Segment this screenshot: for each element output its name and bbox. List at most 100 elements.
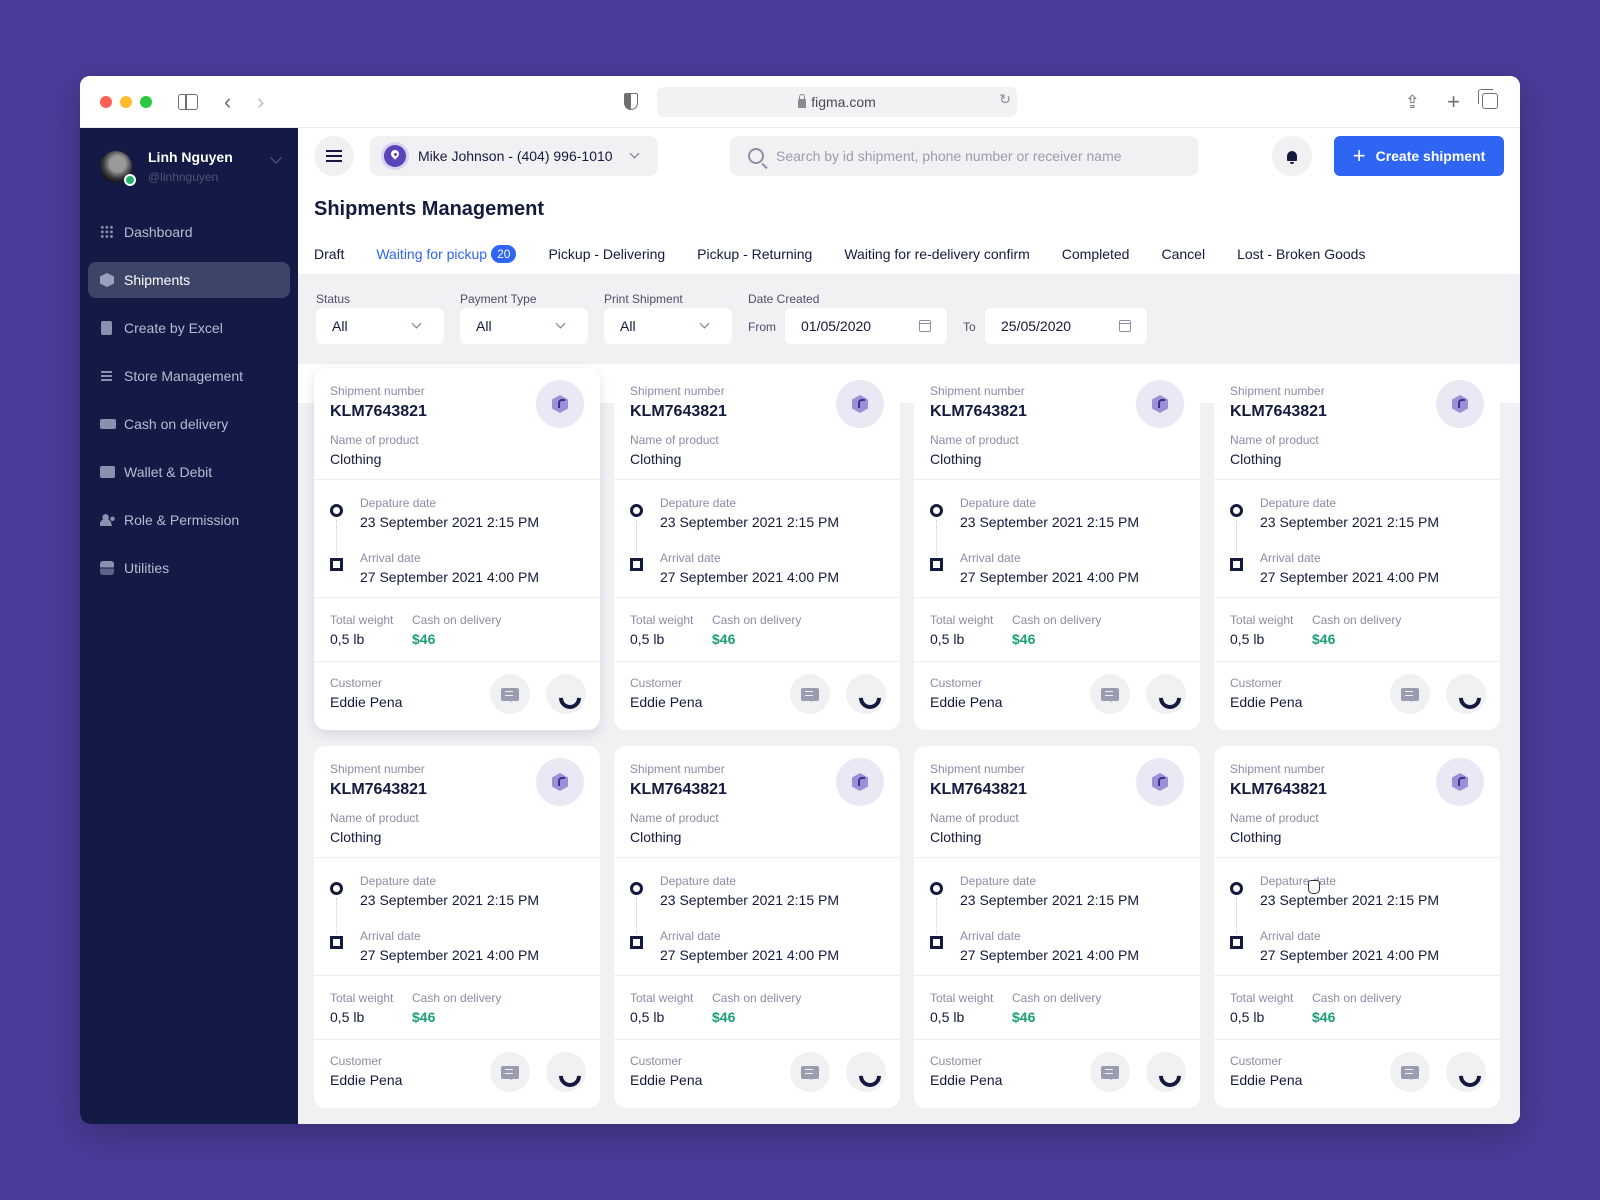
- message-button[interactable]: [490, 1052, 530, 1092]
- tab-waiting-for-pickup[interactable]: Waiting for pickup 20: [376, 243, 517, 265]
- toggle-icon: [100, 561, 114, 575]
- close-window-button[interactable]: [100, 96, 112, 108]
- sidebar-item-wallet-debit[interactable]: Wallet & Debit: [88, 454, 290, 490]
- package-button[interactable]: [1436, 380, 1484, 428]
- call-button[interactable]: [1446, 674, 1486, 714]
- arrival-date: 27 September 2021 4:00 PM: [960, 947, 1140, 963]
- shipment-card[interactable]: Shipment number KLM7643821 Name of produ…: [1214, 746, 1500, 1108]
- sidebar-item-store-management[interactable]: Store Management: [88, 358, 290, 394]
- tab-completed[interactable]: Completed: [1062, 243, 1130, 265]
- package-button[interactable]: [836, 758, 884, 806]
- calendar-icon[interactable]: [919, 320, 931, 332]
- shipment-card[interactable]: Shipment number KLM7643821 Name of produ…: [914, 746, 1200, 1108]
- customer-label: Customer: [630, 1054, 683, 1068]
- call-button[interactable]: [846, 674, 886, 714]
- hamburger-icon: [326, 150, 342, 162]
- payment-type-filter-select[interactable]: All: [460, 308, 588, 344]
- weight-label: Total weight: [330, 613, 394, 627]
- browser-toolbar: ‹ › figma.com ↻ ⇪ +: [80, 76, 1520, 128]
- message-button[interactable]: [490, 674, 530, 714]
- sidebar-item-cash-on-delivery[interactable]: Cash on delivery: [88, 406, 290, 442]
- shipment-card[interactable]: Shipment number KLM7643821 Name of produ…: [314, 746, 600, 1108]
- new-tab-icon[interactable]: +: [1447, 90, 1460, 114]
- shipment-card[interactable]: Shipment number KLM7643821 Name of produ…: [614, 368, 900, 730]
- chat-icon: [1401, 1065, 1419, 1080]
- sidebar-item-create-by-excel[interactable]: Create by Excel: [88, 310, 290, 346]
- message-button[interactable]: [790, 1052, 830, 1092]
- sidebar-item-role-permission[interactable]: Role & Permission: [88, 502, 290, 538]
- tab-pickup-returning[interactable]: Pickup - Returning: [697, 243, 812, 265]
- package-button[interactable]: [536, 758, 584, 806]
- package-button[interactable]: [1136, 758, 1184, 806]
- address-bar[interactable]: figma.com ↻: [657, 87, 1017, 117]
- create-shipment-button[interactable]: + Create shipment: [1334, 136, 1504, 176]
- tab-pickup-delivering[interactable]: Pickup - Delivering: [548, 243, 665, 265]
- weight-label: Total weight: [630, 613, 694, 627]
- customer-name: Eddie Pena: [330, 1072, 403, 1088]
- product-label: Name of product: [930, 811, 1019, 825]
- chevron-down-icon[interactable]: [270, 152, 282, 164]
- departure-label: Depature date: [960, 496, 1037, 510]
- tab-lost-broken-goods[interactable]: Lost - Broken Goods: [1237, 243, 1365, 265]
- package-icon: [852, 395, 868, 413]
- departure-date: 23 September 2021 2:15 PM: [1260, 514, 1440, 530]
- package-button[interactable]: [536, 380, 584, 428]
- sidebar-item-label: Cash on delivery: [124, 416, 229, 432]
- total-weight: 0,5 lb: [930, 1009, 965, 1025]
- privacy-shield-icon[interactable]: [624, 93, 638, 110]
- call-button[interactable]: [1146, 1052, 1186, 1092]
- departure-date: 23 September 2021 2:15 PM: [660, 892, 840, 908]
- print-shipment-filter-select[interactable]: All: [604, 308, 732, 344]
- call-button[interactable]: [546, 1052, 586, 1092]
- sidebar-item-utilities[interactable]: Utilities: [88, 550, 290, 586]
- departure-marker-icon: [330, 882, 343, 895]
- package-button[interactable]: [1136, 380, 1184, 428]
- reload-icon[interactable]: ↻: [999, 91, 1011, 108]
- tab-draft[interactable]: Draft: [314, 243, 344, 265]
- sidebar-item-dashboard[interactable]: Dashboard: [88, 214, 290, 250]
- minimize-window-button[interactable]: [120, 96, 132, 108]
- calendar-icon[interactable]: [1119, 320, 1131, 332]
- call-button[interactable]: [1446, 1052, 1486, 1092]
- date-to-input[interactable]: 25/05/2020: [985, 308, 1147, 344]
- call-button[interactable]: [846, 1052, 886, 1092]
- maximize-window-button[interactable]: [140, 96, 152, 108]
- route-line: [1236, 898, 1237, 934]
- package-icon: [852, 773, 868, 791]
- arrival-marker-icon: [930, 558, 943, 571]
- sidebar-toggle-icon[interactable]: [178, 94, 198, 110]
- user-menu[interactable]: Linh Nguyen @linhnguyen: [100, 148, 284, 186]
- sidebar-item-shipments[interactable]: Shipments: [88, 262, 290, 298]
- menu-button[interactable]: [314, 136, 354, 176]
- package-button[interactable]: [836, 380, 884, 428]
- notifications-button[interactable]: [1272, 136, 1312, 176]
- store-selector[interactable]: Mike Johnson - (404) 996-1010: [370, 136, 658, 176]
- forward-icon[interactable]: ›: [257, 90, 264, 114]
- message-button[interactable]: [1090, 674, 1130, 714]
- date-from-input[interactable]: 01/05/2020: [785, 308, 947, 344]
- arrival-marker-icon: [630, 936, 643, 949]
- tab-cancel[interactable]: Cancel: [1161, 243, 1205, 265]
- message-button[interactable]: [790, 674, 830, 714]
- back-icon[interactable]: ‹: [224, 90, 231, 114]
- shipment-card[interactable]: Shipment number KLM7643821 Name of produ…: [1214, 368, 1500, 730]
- customer-label: Customer: [630, 676, 683, 690]
- call-button[interactable]: [546, 674, 586, 714]
- shipment-card[interactable]: Shipment number KLM7643821 Name of produ…: [914, 368, 1200, 730]
- card-payment-section: Total weight 0,5 lb Cash on delivery $46: [1214, 598, 1500, 662]
- user-handle: @linhnguyen: [148, 170, 219, 184]
- share-icon[interactable]: ⇪: [1405, 90, 1420, 114]
- message-button[interactable]: [1090, 1052, 1130, 1092]
- shipment-card[interactable]: Shipment number KLM7643821 Name of produ…: [614, 746, 900, 1108]
- tab-overview-icon[interactable]: [1478, 89, 1498, 109]
- message-button[interactable]: [1390, 674, 1430, 714]
- search-input[interactable]: [776, 148, 1176, 164]
- shipment-card[interactable]: Shipment number KLM7643821 Name of produ…: [314, 368, 600, 730]
- call-button[interactable]: [1146, 674, 1186, 714]
- status-filter-select[interactable]: All: [316, 308, 444, 344]
- package-button[interactable]: [1436, 758, 1484, 806]
- tab-waiting-redelivery-confirm[interactable]: Waiting for re-delivery confirm: [844, 243, 1029, 265]
- message-button[interactable]: [1390, 1052, 1430, 1092]
- departure-label: Depature date: [360, 496, 437, 510]
- product-name: Clothing: [1230, 451, 1282, 467]
